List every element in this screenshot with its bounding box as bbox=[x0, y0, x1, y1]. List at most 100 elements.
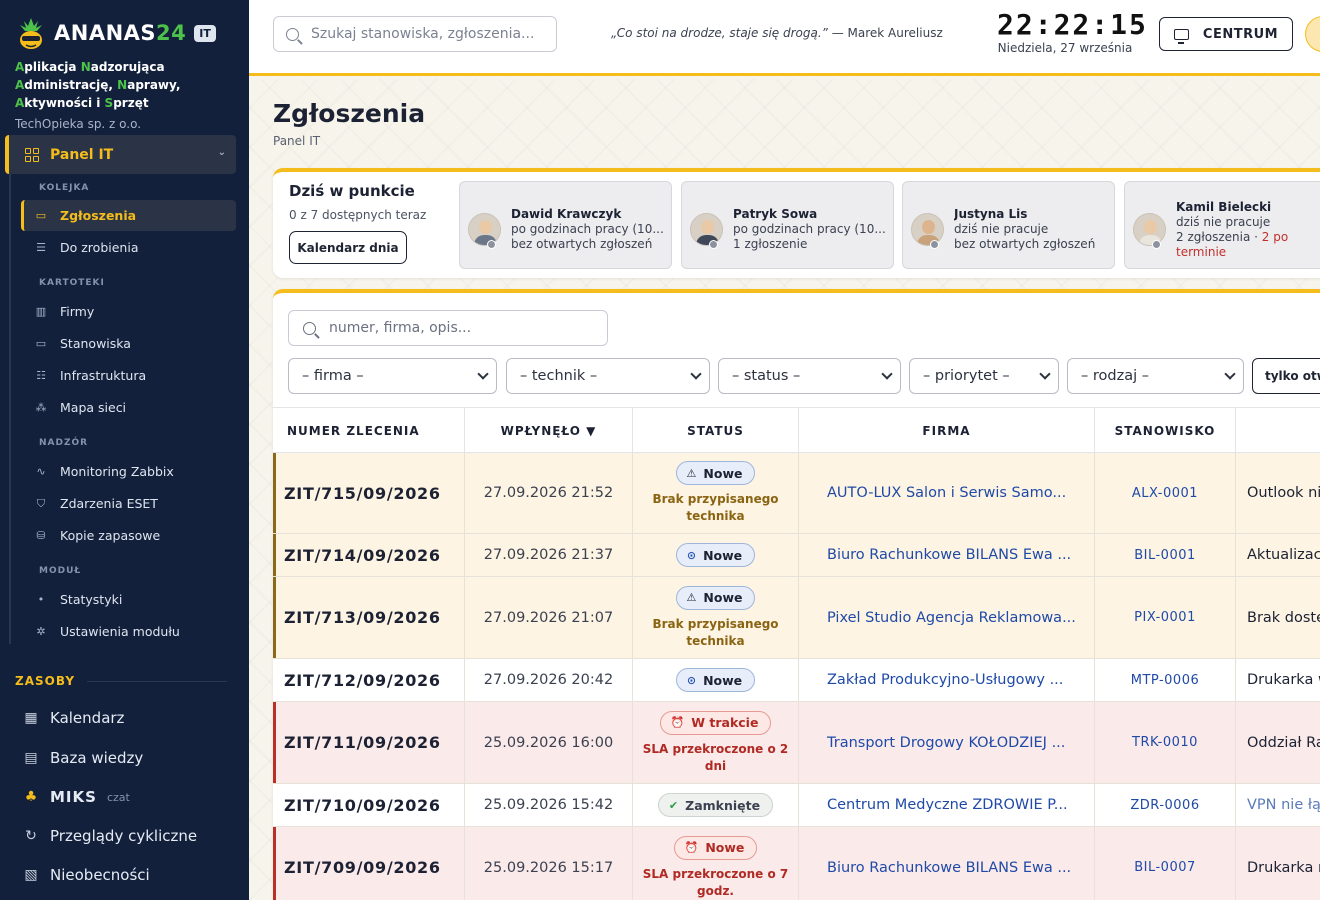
ticket-number[interactable]: ZIT/712/09/2026 bbox=[273, 659, 465, 701]
ticket-firm-link[interactable]: Zakład Produkcyjno-Usługowy ... bbox=[799, 659, 1095, 701]
ticket-number[interactable]: ZIT/715/09/2026 bbox=[273, 453, 465, 533]
resource-nieobecnosci[interactable]: ▧ Nieobecności bbox=[22, 859, 237, 891]
table-row[interactable]: ZIT/710/09/2026 25.09.2026 15:42 ✔ Zamkni… bbox=[273, 784, 1320, 827]
section-label-kartoteki: KARTOTEKI bbox=[39, 278, 105, 288]
sidebar-item-infrastruktura[interactable]: ☷ Infrastruktura bbox=[21, 360, 236, 391]
resource-miks[interactable]: ♣ MIKS czat bbox=[22, 781, 237, 813]
ticket-number[interactable]: ZIT/713/09/2026 bbox=[273, 577, 465, 658]
sidebar-item-do-zrobienia[interactable]: ☰ Do zrobienia bbox=[21, 232, 236, 263]
ticket-firm-link[interactable]: Biuro Rachunkowe BILANS Ewa ... bbox=[799, 534, 1095, 576]
only-open-toggle[interactable]: tylko otwarte bbox=[1252, 358, 1320, 394]
resource-przeglady[interactable]: ↻ Przeglądy cykliczne bbox=[22, 820, 237, 852]
clock: 22:22:15 Niedziela, 27 września bbox=[997, 8, 1146, 55]
column-header-status[interactable]: STATUS bbox=[633, 408, 799, 454]
table-row[interactable]: ZIT/709/09/2026 25.09.2026 15:17 ⏰ Nowe S… bbox=[273, 827, 1320, 900]
centrum-button[interactable]: CENTRUM bbox=[1159, 17, 1293, 51]
resource-kalendarz[interactable]: ▦ Kalendarz bbox=[22, 702, 237, 734]
filter-technik[interactable]: – technik – bbox=[506, 358, 710, 394]
inbox-icon: ▭ bbox=[35, 209, 47, 222]
sidebar-item-kopie[interactable]: ⛁ Kopie zapasowe bbox=[21, 520, 236, 551]
ticket-number[interactable]: ZIT/710/09/2026 bbox=[273, 784, 465, 826]
tech-card[interactable]: Justyna Lis dziś nie pracuje bez otwartych… bbox=[902, 181, 1115, 269]
tagline: Aplikacja Nadzorująca Administrację, Nap… bbox=[15, 60, 181, 110]
ticket-stanowisko-link[interactable]: BIL-0001 bbox=[1095, 534, 1236, 576]
status-badge: ⊙ Nowe bbox=[675, 543, 756, 567]
sidebar-item-statystyki[interactable]: • Statystyki bbox=[21, 584, 236, 615]
tech-status: dziś nie pracuje bbox=[954, 222, 1049, 236]
panel-it-toggle[interactable]: Panel IT ⌄ bbox=[5, 135, 236, 174]
table-row[interactable]: ZIT/712/09/2026 27.09.2026 20:42 ⊙ Nowe Z… bbox=[273, 659, 1320, 702]
sidebar-item-firmy[interactable]: ▥ Firmy bbox=[21, 296, 236, 327]
ticket-number[interactable]: ZIT/711/09/2026 bbox=[273, 702, 465, 783]
global-search-input[interactable]: Szukaj stanowiska, zgłoszenia... bbox=[273, 16, 557, 52]
today-panel: Dziś w punkcie 0 z 7 dostępnych teraz Ka… bbox=[273, 168, 1320, 278]
tech-tickets: 2 zgłoszenia · 2 po terminie bbox=[1176, 229, 1289, 259]
gear-icon: ✲ bbox=[36, 625, 46, 638]
sidebar-item-mapa-sieci[interactable]: ⁂ Mapa sieci bbox=[21, 392, 236, 423]
brand[interactable]: ANANAS24 IT bbox=[0, 0, 249, 52]
ticket-date: 27.09.2026 21:52 bbox=[465, 453, 633, 533]
filter-status[interactable]: – status – bbox=[718, 358, 901, 394]
resource-sublabel: czat bbox=[106, 790, 130, 804]
calendar-day-button[interactable]: Kalendarz dnia bbox=[289, 231, 407, 264]
tech-card[interactable]: Kamil Bielecki dziś nie pracuje 2 zgłoszen… bbox=[1124, 181, 1320, 269]
filter-firma[interactable]: – firma – bbox=[288, 358, 497, 394]
check-circle-icon: ✔ bbox=[668, 798, 679, 812]
ticket-date: 27.09.2026 20:42 bbox=[465, 659, 633, 701]
section-label-modul: MODUŁ bbox=[39, 566, 82, 576]
ticket-firm-link[interactable]: Transport Drogowy KOŁODZIEJ ... bbox=[799, 702, 1095, 783]
shield-icon: ⛉ bbox=[36, 496, 46, 510]
column-header-date[interactable]: WPŁYNĘŁO ▼ bbox=[465, 408, 633, 454]
sidebar-item-ustawienia[interactable]: ✲ Ustawienia modułu bbox=[21, 616, 236, 647]
ticket-stanowisko-link[interactable]: ALX-0001 bbox=[1095, 453, 1236, 533]
database-icon: ⛁ bbox=[36, 529, 46, 542]
warning-icon: ⚠ bbox=[686, 466, 697, 480]
ticket-search-input[interactable]: numer, firma, opis... bbox=[288, 310, 608, 346]
resource-baza-wiedzy[interactable]: ▤ Baza wiedzy bbox=[22, 742, 237, 774]
column-header-firm[interactable]: FIRMA bbox=[799, 408, 1095, 454]
monitor-icon: ▭ bbox=[35, 337, 47, 350]
sidebar-item-stanowiska[interactable]: ▭ Stanowiska bbox=[21, 328, 236, 359]
ticket-firm-link[interactable]: Centrum Medyczne ZDROWIE P... bbox=[799, 784, 1095, 826]
sidebar-item-label: Firmy bbox=[60, 304, 95, 319]
table-row[interactable]: ZIT/711/09/2026 25.09.2026 16:00 ⏰ W trak… bbox=[273, 702, 1320, 784]
table-row[interactable]: ZIT/713/09/2026 27.09.2026 21:07 ⚠ Nowe B… bbox=[273, 577, 1320, 659]
ticket-stanowisko-link[interactable]: BIL-0007 bbox=[1095, 827, 1236, 900]
calendar-icon: ▦ bbox=[24, 710, 38, 726]
ticket-stanowisko-link[interactable]: ZDR-0006 bbox=[1095, 784, 1236, 826]
ticket-stanowisko-link[interactable]: MTP-0006 bbox=[1095, 659, 1236, 701]
table-row[interactable]: ZIT/714/09/2026 27.09.2026 21:37 ⊙ Nowe B… bbox=[273, 534, 1320, 577]
table-row[interactable]: ZIT/715/09/2026 27.09.2026 21:52 ⚠ Nowe B… bbox=[273, 453, 1320, 534]
status-note: Brak przypisanego technika bbox=[652, 616, 779, 648]
filter-rodzaj[interactable]: – rodzaj – bbox=[1067, 358, 1244, 394]
chevron-down-icon bbox=[690, 368, 702, 380]
filter-value: – technik – bbox=[520, 368, 598, 384]
status-note: Brak przypisanego technika bbox=[652, 492, 779, 523]
ticket-firm-link[interactable]: AUTO-LUX Salon i Serwis Samo... bbox=[799, 453, 1095, 533]
topbar: Szukaj stanowiska, zgłoszenia... „Co sto… bbox=[249, 0, 1320, 76]
user-avatar[interactable] bbox=[1305, 16, 1320, 52]
ticket-stanowisko-link[interactable]: TRK-0010 bbox=[1095, 702, 1236, 783]
pineapple-logo-icon bbox=[16, 16, 46, 50]
sidebar-item-eset[interactable]: ⛉ Zdarzenia ESET bbox=[21, 488, 236, 519]
tech-card[interactable]: Patryk Sowa po godzinach pracy (10... 1 zg… bbox=[681, 181, 894, 269]
column-header-stanowisko[interactable]: STANOWISKO bbox=[1095, 408, 1236, 454]
sidebar-item-zgloszenia[interactable]: ▭ Zgłoszenia bbox=[21, 200, 236, 231]
ticket-stanowisko-link[interactable]: PIX-0001 bbox=[1095, 577, 1236, 658]
server-icon: ☷ bbox=[36, 369, 46, 382]
sidebar-item-label: Mapa sieci bbox=[60, 400, 127, 415]
ticket-firm-link[interactable]: Biuro Rachunkowe BILANS Ewa ... bbox=[799, 827, 1095, 900]
new-circle-icon: ⊙ bbox=[686, 673, 697, 687]
filter-priorytet[interactable]: – priorytet – bbox=[909, 358, 1059, 394]
ticket-description: Aktualizacja bbox=[1236, 534, 1320, 576]
ticket-firm-link[interactable]: Pixel Studio Agencja Reklamowa... bbox=[799, 577, 1095, 658]
tech-card[interactable]: Dawid Krawczyk po godzinach pracy (10... b… bbox=[459, 181, 672, 269]
quote: „Co stoi na drodze, staje się drogą.” — … bbox=[611, 26, 943, 40]
brand-name: ANANAS24 bbox=[54, 21, 187, 45]
ticket-number[interactable]: ZIT/714/09/2026 bbox=[273, 534, 465, 576]
tech-name: Patryk Sowa bbox=[733, 207, 818, 221]
column-header-num[interactable]: NUMER ZLECENIA bbox=[273, 408, 465, 454]
ticket-number[interactable]: ZIT/709/09/2026 bbox=[273, 827, 465, 900]
sidebar-item-zabbix[interactable]: ∿ Monitoring Zabbix bbox=[21, 456, 236, 487]
filter-value: – rodzaj – bbox=[1081, 368, 1149, 384]
